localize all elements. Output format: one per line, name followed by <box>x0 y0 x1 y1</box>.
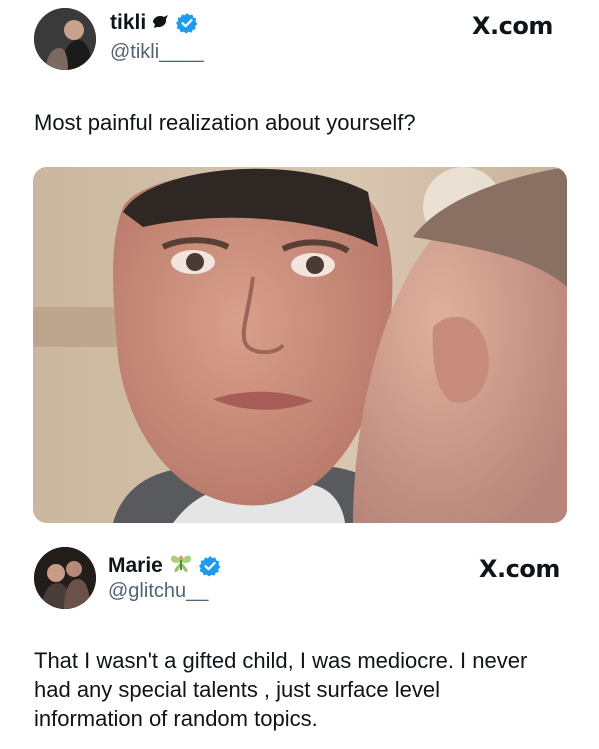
avatar[interactable] <box>34 547 96 609</box>
author-name[interactable]: Marie <box>108 552 221 580</box>
post-image[interactable] <box>33 167 567 523</box>
fairy-emoji-icon <box>169 552 193 580</box>
brand-label: X.com <box>479 555 560 583</box>
verified-badge-icon <box>198 555 221 577</box>
author-name[interactable]: tikli <box>110 11 198 35</box>
bird-emoji-icon <box>152 13 170 33</box>
author-handle[interactable]: @tikli____ <box>110 40 204 64</box>
author-name-label: tikli <box>110 11 147 34</box>
post-text: Most painful realization about yourself? <box>34 110 416 135</box>
avatar[interactable] <box>34 8 96 70</box>
author-handle[interactable]: @glitchu__ <box>108 579 208 603</box>
verified-badge-icon <box>176 12 198 34</box>
post-text: That I wasn't a gifted child, I was medi… <box>34 648 528 731</box>
author-name-label: Marie <box>108 554 163 577</box>
photo-illustration <box>33 167 567 523</box>
brand-label: X.com <box>472 12 553 40</box>
